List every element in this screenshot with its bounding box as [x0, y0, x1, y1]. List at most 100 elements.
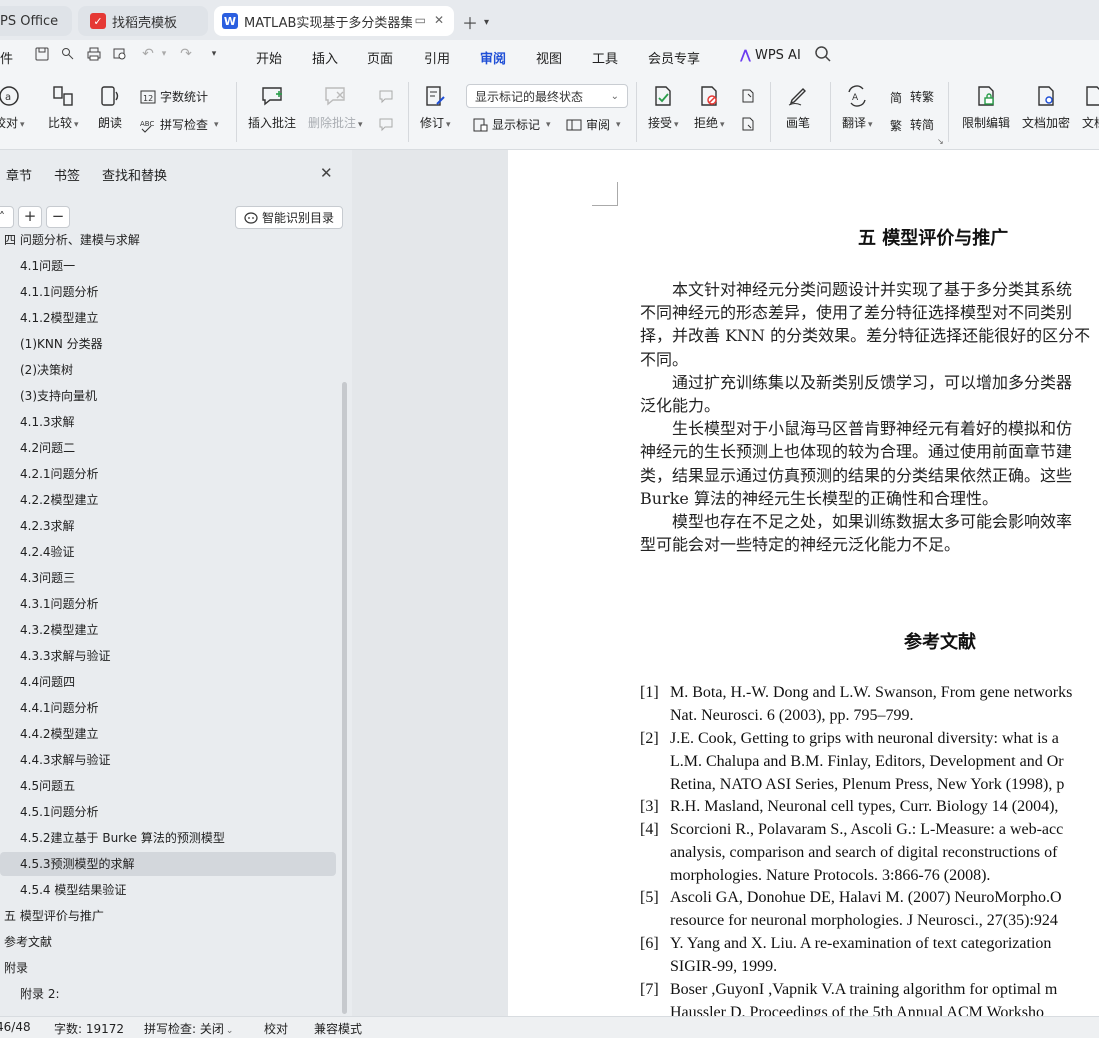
toc-item[interactable]: 4.2问题二 — [0, 436, 336, 460]
toc-item[interactable]: 4.4问题四 — [0, 670, 336, 694]
toc-item[interactable]: (1)KNN 分类器 — [0, 332, 336, 356]
reject-button[interactable]: 拒绝 ▾ — [694, 84, 725, 131]
menu-member[interactable]: 会员专享 — [648, 48, 700, 67]
print-preview-icon[interactable] — [112, 46, 128, 62]
add-tab-icon[interactable]: ＋ — [462, 10, 478, 34]
toc-item[interactable]: 四 问题分析、建模与求解 — [0, 228, 336, 252]
to-simplified-button[interactable]: 繁 转简 — [890, 116, 934, 133]
toc-item[interactable]: 4.5.4 模型结果验证 — [0, 878, 336, 902]
markup-state-select[interactable]: 显示标记的最终状态 ⌄ — [466, 84, 628, 108]
menu-home[interactable]: 开始 — [256, 48, 282, 67]
tab-docer-templates[interactable]: ✓ 找稻壳模板 — [78, 6, 208, 36]
nav-tab-find-replace[interactable]: 查找和替换 — [102, 165, 167, 184]
tab-wps-office[interactable]: PS Office — [0, 6, 72, 36]
add-heading-button[interactable]: + — [18, 206, 42, 228]
toc-item[interactable]: 4.1问题一 — [0, 254, 336, 278]
spell-check-status[interactable]: 拼写检查: 关闭 ⌄ — [144, 1020, 233, 1037]
undo-icon[interactable]: ↶ — [140, 46, 156, 62]
document-encrypt-button[interactable]: 文档加密 — [1022, 84, 1070, 131]
word-count-status[interactable]: 字数: 19172 — [54, 1020, 124, 1037]
toc-item[interactable]: (2)决策树 — [0, 358, 336, 382]
wps-ai-button[interactable]: ⋀ WPS AI — [740, 48, 801, 63]
chinese-conversion-expand-icon[interactable]: ↘ — [937, 137, 944, 146]
accept-button[interactable]: 接受 ▾ — [648, 84, 679, 131]
proofread-status[interactable]: 校对 — [264, 1020, 288, 1037]
remove-heading-button[interactable]: − — [46, 206, 70, 228]
tab-label: PS Office — [0, 13, 59, 29]
chevron-up-icon: ˄ — [0, 210, 5, 224]
menu-page[interactable]: 页面 — [367, 48, 393, 67]
toc-item[interactable]: 4.1.2模型建立 — [0, 306, 336, 330]
translate-button[interactable]: A 翻译 ▾ — [842, 84, 873, 131]
toc-item[interactable]: 4.1.1问题分析 — [0, 280, 336, 304]
next-change-button[interactable] — [740, 116, 756, 132]
reference-number: [7] — [640, 981, 659, 998]
proofread-button[interactable]: a 校对 ▾ — [0, 84, 25, 131]
smart-toc-button[interactable]: 智能识别目录 — [235, 206, 344, 229]
collapse-level-button[interactable]: ˄ — [0, 206, 14, 228]
toc-item[interactable]: 4.4.3求解与验证 — [0, 748, 336, 772]
search-icon[interactable] — [814, 45, 832, 67]
toc-item[interactable]: 4.3.1问题分析 — [0, 592, 336, 616]
close-icon[interactable]: ✕ — [434, 13, 444, 27]
save-icon[interactable] — [34, 46, 50, 62]
close-icon[interactable]: ✕ — [320, 164, 333, 182]
delete-comment-button[interactable]: 删除批注 ▾ — [308, 84, 363, 131]
toc-item[interactable]: 五 模型评价与推广 — [0, 904, 336, 928]
toc-item[interactable]: 附录 — [0, 956, 336, 980]
nav-tab-chapters[interactable]: 章节 — [6, 165, 32, 184]
document-page[interactable]: 五 模型评价与推广 本文针对神经元分类问题设计并实现了基于多分类其系统 不同神经元… — [508, 150, 1099, 1016]
toc-item[interactable]: 4.1.3求解 — [0, 410, 336, 434]
toc-item[interactable]: 4.3.2模型建立 — [0, 618, 336, 642]
to-traditional-button[interactable]: 简 转繁 — [890, 88, 934, 105]
read-aloud-button[interactable]: 朗读 — [98, 84, 122, 131]
toc-item[interactable]: 4.3.3求解与验证 — [0, 644, 336, 668]
toc-item[interactable]: 4.4.2模型建立 — [0, 722, 336, 746]
toc-item[interactable]: 4.2.1问题分析 — [0, 462, 336, 486]
nav-scrollbar[interactable] — [342, 382, 347, 1014]
toc-item[interactable]: (3)支持向量机 — [0, 384, 336, 408]
toc-item[interactable]: 参考文献 — [0, 930, 336, 954]
key-icon[interactable] — [60, 46, 76, 62]
nav-tab-bookmarks[interactable]: 书签 — [54, 165, 80, 184]
print-icon[interactable] — [86, 46, 102, 62]
toc-item[interactable]: 4.5.3预测模型的求解 — [0, 852, 336, 876]
quick-access-dropdown-icon[interactable]: ▾ — [206, 46, 222, 62]
revise-button[interactable]: 修订 ▾ — [420, 84, 451, 131]
menu-tools[interactable]: 工具 — [592, 48, 618, 67]
review-pane-button[interactable]: 审阅 ▾ — [566, 116, 621, 133]
chevron-down-icon[interactable]: ▾ — [484, 17, 489, 28]
show-markup-button[interactable]: 显示标记 ▾ — [472, 116, 551, 133]
toc-item[interactable]: 4.5.2建立基于 Burke 算法的预测模型 — [0, 826, 336, 850]
compare-button[interactable]: 比较 ▾ — [48, 84, 79, 131]
reference-line: [7] Boser ,GuyonI ,Vapnik V.A training al… — [640, 981, 1057, 999]
pen-button[interactable]: 画笔 — [786, 84, 810, 131]
screen-icon[interactable]: ▭ — [415, 13, 426, 27]
toc-item[interactable]: 4.3问题三 — [0, 566, 336, 590]
previous-change-button[interactable] — [740, 88, 756, 104]
insert-comment-button[interactable]: 插入批注 — [248, 84, 296, 131]
toc-item[interactable]: 4.5.1问题分析 — [0, 800, 336, 824]
toc-item[interactable]: 4.5问题五 — [0, 774, 336, 798]
toc-item[interactable]: 4.2.2模型建立 — [0, 488, 336, 512]
next-comment-button[interactable] — [378, 116, 394, 132]
toc-item[interactable]: 4.2.4验证 — [0, 540, 336, 564]
menu-view[interactable]: 视图 — [536, 48, 562, 67]
previous-comment-button[interactable] — [378, 88, 394, 104]
word-count-button[interactable]: 12 字数统计 — [140, 88, 208, 105]
toc-item[interactable]: 4.2.3求解 — [0, 514, 336, 538]
toc-item-label: 附录 2: — [20, 987, 60, 1001]
undo-dropdown-icon[interactable]: ▾ — [156, 46, 172, 62]
document-more-button[interactable]: 文档 — [1082, 84, 1099, 131]
page-indicator[interactable]: 46/48 — [0, 1020, 31, 1034]
menu-review[interactable]: 审阅 — [480, 48, 507, 76]
menu-insert[interactable]: 插入 — [312, 48, 338, 67]
spell-check-button[interactable]: ABC 拼写检查 ▾ — [140, 116, 219, 133]
toc-item[interactable]: 附录 2: — [0, 982, 336, 1006]
toc-item[interactable]: 4.4.1问题分析 — [0, 696, 336, 720]
redo-icon[interactable]: ↷ — [178, 46, 194, 62]
menu-reference[interactable]: 引用 — [424, 48, 450, 67]
restrict-edit-button[interactable]: 限制编辑 — [962, 84, 1010, 131]
menu-file[interactable]: 件 — [0, 48, 13, 67]
tab-active-document[interactable]: W MATLAB实现基于多分类器集 ▭ ✕ — [214, 6, 454, 36]
